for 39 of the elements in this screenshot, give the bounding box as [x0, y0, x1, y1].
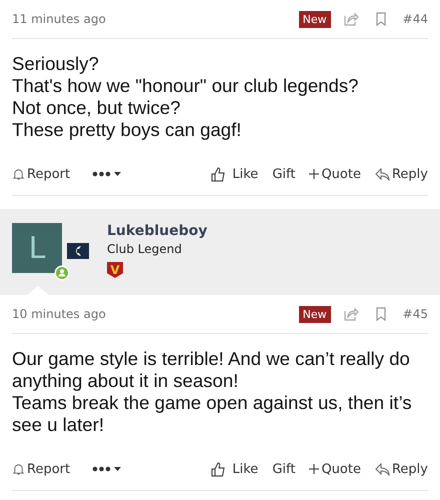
rank-badge: V: [107, 262, 123, 278]
avatar[interactable]: L: [12, 223, 62, 273]
plus-icon: [309, 169, 320, 179]
gift-button[interactable]: Gift: [272, 166, 296, 182]
post-time: 10 minutes ago: [12, 307, 107, 321]
post-text: Seriously?: [12, 53, 100, 75]
thumbs-up-icon: [211, 166, 226, 182]
post-text: Not once, but twice?: [12, 97, 182, 119]
thumbs-up-icon: [211, 462, 226, 476]
quote-button[interactable]: Quote: [309, 462, 361, 476]
reply-icon: [374, 462, 390, 476]
new-badge: New: [298, 306, 331, 322]
reply-button[interactable]: Reply: [374, 462, 428, 476]
quote-button[interactable]: Quote: [309, 166, 361, 182]
new-badge: New: [298, 10, 331, 28]
bell-icon: [12, 168, 25, 180]
reply-icon: [374, 168, 390, 180]
reply-button[interactable]: Reply: [374, 166, 428, 182]
more-menu-button[interactable]: [92, 465, 122, 473]
post-text: Teams break the game open against us, then it’s see u later!: [12, 392, 413, 436]
post-time: 11 minutes ago: [12, 12, 107, 26]
team-logo-icon: [67, 243, 89, 259]
post-number[interactable]: #45: [402, 307, 428, 321]
share-icon[interactable]: [342, 11, 359, 27]
like-button[interactable]: Like: [211, 462, 258, 476]
user-title: Club Legend: [107, 242, 183, 256]
plus-icon: [309, 464, 320, 474]
gift-button[interactable]: Gift: [272, 462, 296, 476]
post-number[interactable]: #44: [402, 12, 428, 26]
more-menu-button[interactable]: [92, 170, 122, 178]
post-text: These pretty boys can gagf!: [12, 119, 242, 141]
username[interactable]: Lukeblueboy: [107, 223, 208, 239]
share-icon[interactable]: [342, 306, 359, 322]
like-button[interactable]: Like: [211, 166, 258, 182]
bell-icon: [12, 462, 25, 476]
post-text: Our game style is terrible! And we can’t really do anything about it in season!: [12, 348, 411, 392]
report-button[interactable]: Report: [12, 462, 70, 476]
report-button[interactable]: Report: [12, 166, 70, 182]
post-text: That's how we "honour" our club legends?: [12, 75, 360, 97]
